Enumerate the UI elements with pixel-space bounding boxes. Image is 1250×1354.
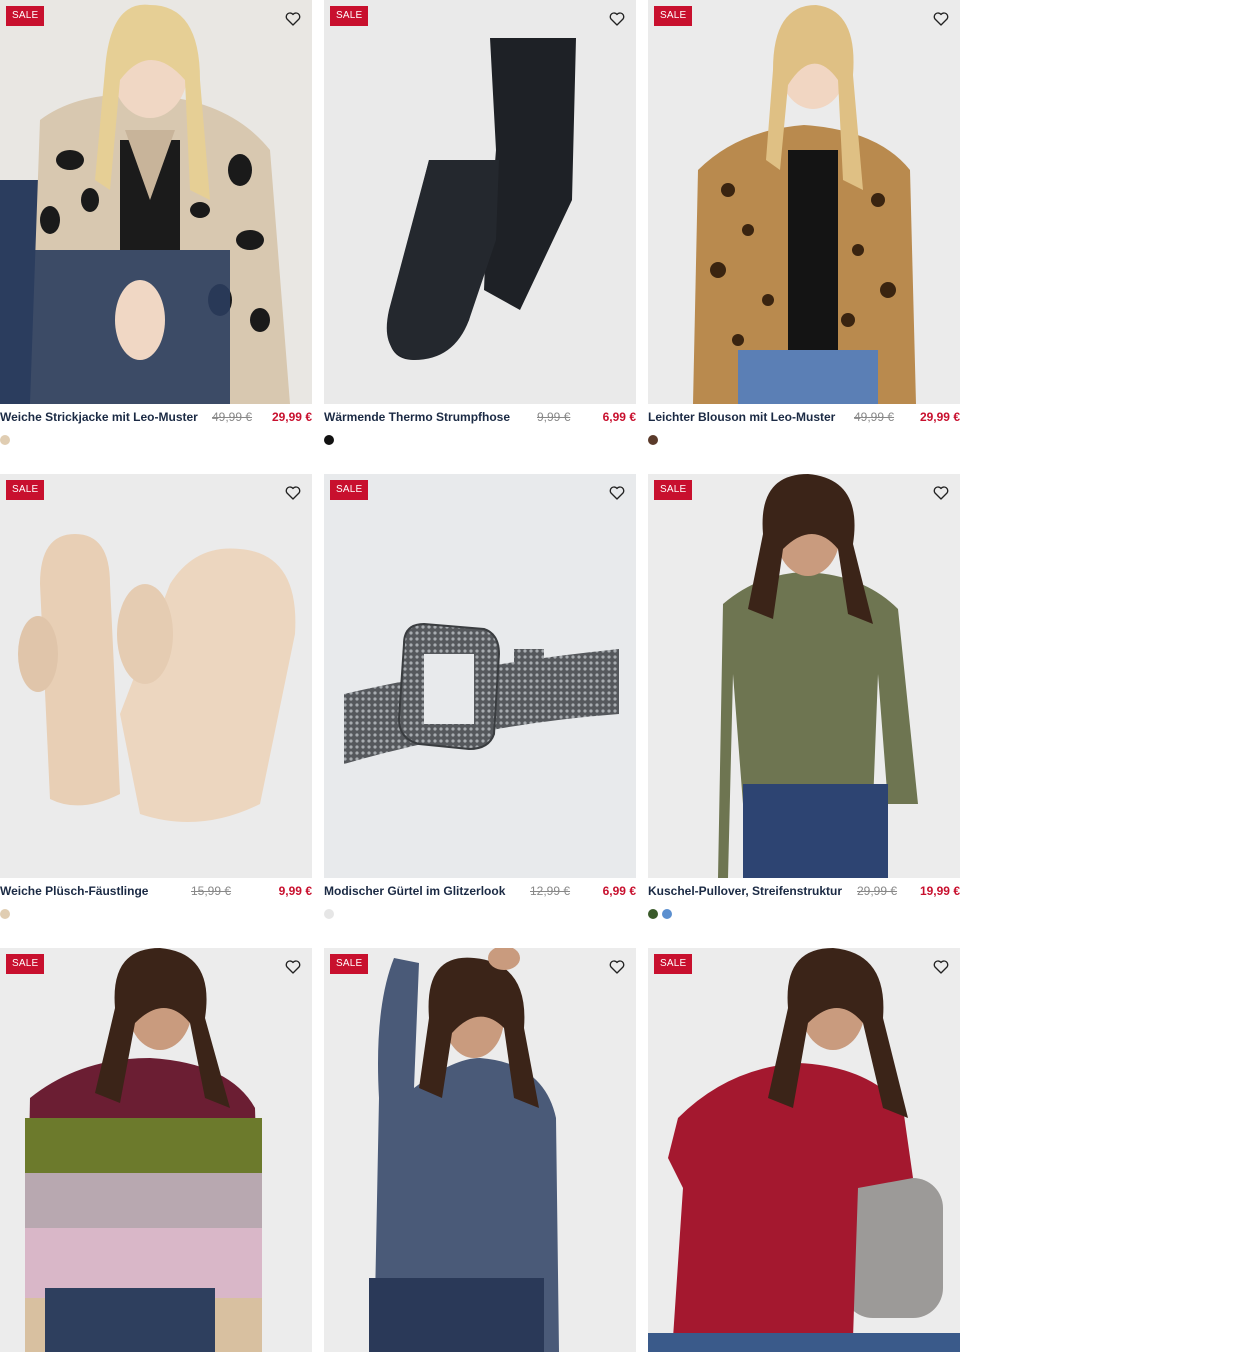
product-title[interactable]: Weiche Plüsch-Fäustlinge (0, 884, 148, 898)
sale-badge: SALE (330, 6, 369, 26)
product-meta: Kuschel-Pullover, Streifenstruktur 29,99… (648, 884, 960, 902)
product-title[interactable]: Modischer Gürtel im Glitzerlook (324, 884, 505, 898)
sale-badge: SALE (6, 6, 45, 26)
wishlist-heart-icon[interactable] (284, 958, 302, 976)
product-meta: Modischer Gürtel im Glitzerlook 12,99 € … (324, 884, 636, 902)
product-meta: Weiche Plüsch-Fäustlinge 15,99 € 9,99 € (0, 884, 312, 902)
old-price: 12,99 € (530, 884, 571, 898)
sale-badge: SALE (6, 954, 45, 974)
product-title[interactable]: Leichter Blouson mit Leo-Muster (648, 410, 835, 424)
sale-badge: SALE (654, 6, 693, 26)
sale-badge: SALE (654, 954, 693, 974)
color-swatches (324, 909, 338, 921)
sale-price: 29,99 € (919, 410, 960, 424)
product-title[interactable]: Weiche Strickjacke mit Leo-Muster (0, 410, 198, 424)
color-swatches (0, 435, 14, 447)
wishlist-heart-icon[interactable] (284, 10, 302, 28)
product-image[interactable] (324, 474, 636, 878)
product-title[interactable]: Kuschel-Pullover, Streifenstruktur (648, 884, 842, 898)
color-swatches (324, 435, 338, 447)
wishlist-heart-icon[interactable] (608, 958, 626, 976)
color-swatch[interactable] (648, 909, 658, 919)
color-swatch[interactable] (324, 435, 334, 445)
old-price: 49,99 € (854, 410, 895, 424)
product-meta: Leichter Blouson mit Leo-Muster 49,99 € … (648, 410, 960, 428)
product-meta: Wärmende Thermo Strumpfhose 9,99 € 6,99 … (324, 410, 636, 428)
sale-price: 29,99 € (271, 410, 312, 424)
color-swatches (648, 909, 676, 921)
wishlist-heart-icon[interactable] (932, 958, 950, 976)
sale-badge: SALE (330, 480, 369, 500)
wishlist-heart-icon[interactable] (608, 10, 626, 28)
product-image[interactable] (648, 948, 960, 1352)
wishlist-heart-icon[interactable] (932, 484, 950, 502)
color-swatch[interactable] (0, 909, 10, 919)
color-swatch[interactable] (0, 435, 10, 445)
old-price: 9,99 € (537, 410, 571, 424)
product-title[interactable]: Wärmende Thermo Strumpfhose (324, 410, 510, 424)
wishlist-heart-icon[interactable] (932, 10, 950, 28)
product-image[interactable] (324, 948, 636, 1352)
product-image[interactable] (324, 0, 636, 404)
wishlist-heart-icon[interactable] (284, 484, 302, 502)
old-price: 29,99 € (857, 884, 898, 898)
sale-price: 9,99 € (278, 884, 312, 898)
color-swatch[interactable] (324, 909, 334, 919)
product-image[interactable] (648, 0, 960, 404)
product-meta: Weiche Strickjacke mit Leo-Muster 49,99 … (0, 410, 312, 428)
product-image[interactable] (648, 474, 960, 878)
color-swatches (0, 909, 14, 921)
product-image[interactable] (0, 948, 312, 1352)
wishlist-heart-icon[interactable] (608, 484, 626, 502)
sale-price: 6,99 € (602, 410, 636, 424)
color-swatch[interactable] (648, 435, 658, 445)
color-swatches (648, 435, 662, 447)
sale-price: 19,99 € (919, 884, 960, 898)
sale-badge: SALE (330, 954, 369, 974)
color-swatch[interactable] (662, 909, 672, 919)
sale-price: 6,99 € (602, 884, 636, 898)
sale-badge: SALE (6, 480, 45, 500)
sale-badge: SALE (654, 480, 693, 500)
old-price: 49,99 € (212, 410, 253, 424)
old-price: 15,99 € (191, 884, 232, 898)
product-image[interactable] (0, 0, 312, 404)
product-image[interactable] (0, 474, 312, 878)
